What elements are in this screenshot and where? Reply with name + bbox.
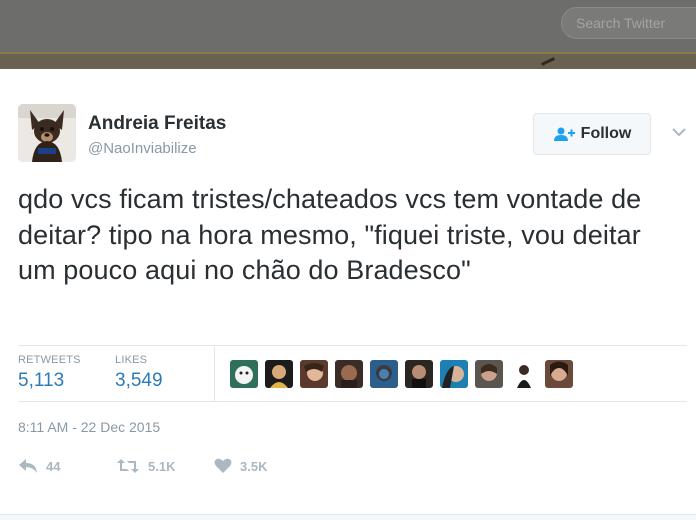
- follow-button[interactable]: Follow: [533, 113, 651, 155]
- liker-avatar[interactable]: [335, 360, 363, 388]
- search-input[interactable]: Search Twitter: [561, 7, 696, 39]
- card-bottom-border: [0, 514, 696, 520]
- likes-count: 3,549: [115, 370, 163, 391]
- likes-stat[interactable]: LIKES 3,549: [115, 354, 163, 392]
- liker-avatar[interactable]: [545, 360, 573, 388]
- reply-icon: [19, 459, 37, 473]
- profile-banner-strip: [0, 52, 696, 69]
- author-avatar[interactable]: [18, 104, 76, 162]
- stats-divider: [214, 346, 215, 401]
- tweet-stats: RETWEETS 5,113 LIKES 3,549: [18, 345, 687, 402]
- retweets-count: 5,113: [18, 370, 65, 391]
- like-icon: [214, 458, 232, 473]
- add-user-icon: [553, 127, 575, 141]
- follow-label: Follow: [580, 125, 632, 142]
- liker-avatar[interactable]: [475, 360, 503, 388]
- retweet-icon: [117, 459, 139, 473]
- liker-avatar[interactable]: [440, 360, 468, 388]
- likes-label: LIKES: [115, 354, 148, 366]
- retweet-button[interactable]: 5.1K: [116, 455, 175, 477]
- liker-avatar[interactable]: [230, 360, 258, 388]
- reply-button[interactable]: 44: [18, 455, 60, 477]
- tweet-timestamp[interactable]: 8:11 AM - 22 Dec 2015: [18, 419, 160, 435]
- author-handle[interactable]: @NaoInviabilize: [88, 140, 197, 157]
- tweet-text: qdo vcs ficam tristes/chateados vcs tem …: [18, 184, 642, 285]
- like-button[interactable]: 3.5K: [214, 455, 267, 477]
- more-options-chevron-down-icon[interactable]: [670, 125, 688, 137]
- retweet-count: 5.1K: [148, 458, 176, 474]
- liker-avatar[interactable]: [300, 360, 328, 388]
- top-navigation-bar: Search Twitter: [0, 0, 696, 52]
- liker-avatar[interactable]: [510, 360, 538, 388]
- liker-avatar[interactable]: [405, 360, 433, 388]
- author-name[interactable]: Andreia Freitas: [88, 113, 226, 135]
- retweets-stat[interactable]: RETWEETS 5,113: [18, 354, 81, 392]
- reply-count: 44: [46, 458, 61, 474]
- dog-avatar-image: [18, 104, 76, 162]
- like-count: 3.5K: [240, 458, 268, 474]
- retweets-label: RETWEETS: [18, 354, 81, 366]
- liker-avatar[interactable]: [265, 360, 293, 388]
- liker-avatar[interactable]: [370, 360, 398, 388]
